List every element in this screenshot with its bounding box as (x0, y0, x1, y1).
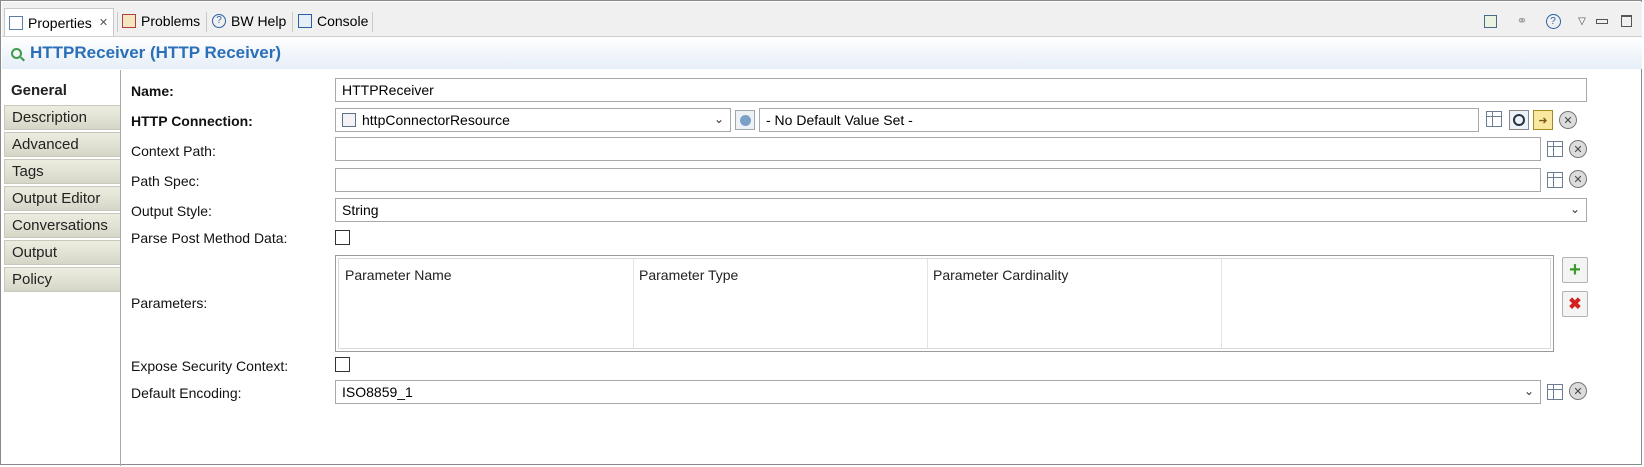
minimize-icon[interactable] (1594, 13, 1610, 29)
plus-icon: + (1569, 258, 1581, 281)
properties-view: Properties ✕ Problems ? BW Help Console … (0, 0, 1642, 466)
tab-description[interactable]: Description (4, 105, 120, 130)
section-tabs: General Description Advanced Tags Output… (4, 78, 120, 294)
context-path-field[interactable] (335, 137, 1541, 161)
tab-label: BW Help (231, 13, 287, 29)
column-header-parameter-type[interactable]: Parameter Type (639, 267, 738, 283)
name-field[interactable]: HTTPReceiver (335, 78, 1587, 102)
chevron-down-icon: ⌄ (1569, 202, 1580, 216)
tab-tags[interactable]: Tags (4, 159, 120, 184)
section-title-bar: HTTPReceiver (HTTP Receiver) (2, 37, 1642, 69)
table-icon[interactable] (1547, 384, 1563, 400)
tab-problems[interactable]: Problems (118, 9, 204, 33)
column-header-parameter-name[interactable]: Parameter Name (345, 267, 452, 283)
add-parameter-button[interactable]: + (1562, 257, 1588, 283)
parameters-table-body: Parameter Name Parameter Type Parameter … (338, 258, 1551, 349)
path-spec-label: Path Spec: (131, 173, 200, 189)
tab-console[interactable]: Console (294, 9, 372, 33)
expose-security-checkbox[interactable] (335, 357, 350, 372)
properties-icon (9, 15, 23, 30)
clear-icon[interactable]: ✕ (1569, 140, 1587, 158)
pin-icon[interactable]: ⚭ (1514, 13, 1530, 29)
problems-icon (122, 14, 136, 28)
open-editor-icon[interactable] (1482, 13, 1498, 29)
default-value-text: - No Default Value Set - (766, 112, 913, 128)
receiver-icon (11, 48, 22, 59)
help-icon[interactable]: ? (1545, 13, 1561, 29)
parse-post-label: Parse Post Method Data: (131, 230, 288, 246)
name-value: HTTPReceiver (342, 82, 434, 98)
help-icon: ? (212, 14, 226, 28)
tab-properties[interactable]: Properties ✕ (4, 8, 114, 36)
table-icon[interactable] (1486, 111, 1502, 127)
console-icon (298, 14, 312, 28)
name-label: Name: (131, 83, 174, 99)
tab-output[interactable]: Output (4, 240, 120, 265)
output-style-value: String (342, 202, 379, 218)
table-icon[interactable] (1547, 141, 1563, 157)
tab-general[interactable]: General (4, 78, 120, 103)
magnifier-glyph (1513, 114, 1525, 126)
clear-icon[interactable]: ✕ (1569, 170, 1587, 188)
output-style-dropdown[interactable]: String ⌄ (335, 198, 1587, 222)
column-divider (633, 259, 634, 348)
context-path-label: Context Path: (131, 143, 216, 159)
create-resource-button[interactable] (735, 110, 755, 130)
close-icon[interactable]: ✕ (99, 16, 108, 29)
remove-parameter-button[interactable]: ✖ (1562, 291, 1588, 317)
column-divider (927, 259, 928, 348)
http-connection-dropdown[interactable]: httpConnectorResource ⌄ (335, 108, 731, 132)
output-style-label: Output Style: (131, 203, 212, 219)
clear-icon[interactable]: ✕ (1569, 382, 1587, 400)
search-icon[interactable] (1509, 110, 1529, 130)
tab-output-editor[interactable]: Output Editor (4, 186, 120, 211)
view-tab-strip: Properties ✕ Problems ? BW Help Console … (2, 2, 1642, 37)
table-icon[interactable] (1547, 172, 1563, 188)
maximize-icon[interactable] (1618, 13, 1634, 29)
http-connection-value: httpConnectorResource (362, 112, 510, 128)
chevron-down-icon: ⌄ (1523, 384, 1534, 398)
go-to-resource-icon[interactable]: ➜ (1533, 110, 1553, 130)
column-divider (1221, 259, 1222, 348)
clear-icon[interactable]: ✕ (1559, 111, 1577, 129)
http-connection-label: HTTP Connection: (131, 113, 253, 129)
default-value-field[interactable]: - No Default Value Set - (759, 108, 1479, 132)
shared-resource-icon (342, 113, 356, 127)
tab-policy[interactable]: Policy (4, 267, 120, 292)
column-header-parameter-cardinality[interactable]: Parameter Cardinality (933, 267, 1068, 283)
parse-post-checkbox[interactable] (335, 230, 350, 245)
page-title: HTTPReceiver (HTTP Receiver) (30, 43, 282, 62)
default-encoding-dropdown[interactable]: ISO8859_1 ⌄ (335, 380, 1541, 404)
tab-bw-help[interactable]: ? BW Help (208, 9, 290, 33)
section-divider (120, 70, 121, 466)
tab-advanced[interactable]: Advanced (4, 132, 120, 157)
path-spec-field[interactable] (335, 168, 1541, 192)
tab-label: Properties (28, 14, 92, 31)
tab-label: Problems (141, 13, 201, 29)
view-menu-icon[interactable]: ▽ (1574, 13, 1590, 29)
chevron-down-icon: ⌄ (713, 112, 724, 126)
tab-label: Console (317, 13, 369, 29)
delete-icon: ✖ (1568, 296, 1582, 313)
globe-icon (739, 114, 751, 126)
default-encoding-value: ISO8859_1 (342, 384, 413, 400)
expose-security-label: Expose Security Context: (131, 358, 289, 374)
default-encoding-label: Default Encoding: (131, 385, 242, 401)
parameters-label: Parameters: (131, 295, 208, 311)
tab-conversations[interactable]: Conversations (4, 213, 120, 238)
parameters-table[interactable]: Parameter Name Parameter Type Parameter … (335, 255, 1554, 352)
